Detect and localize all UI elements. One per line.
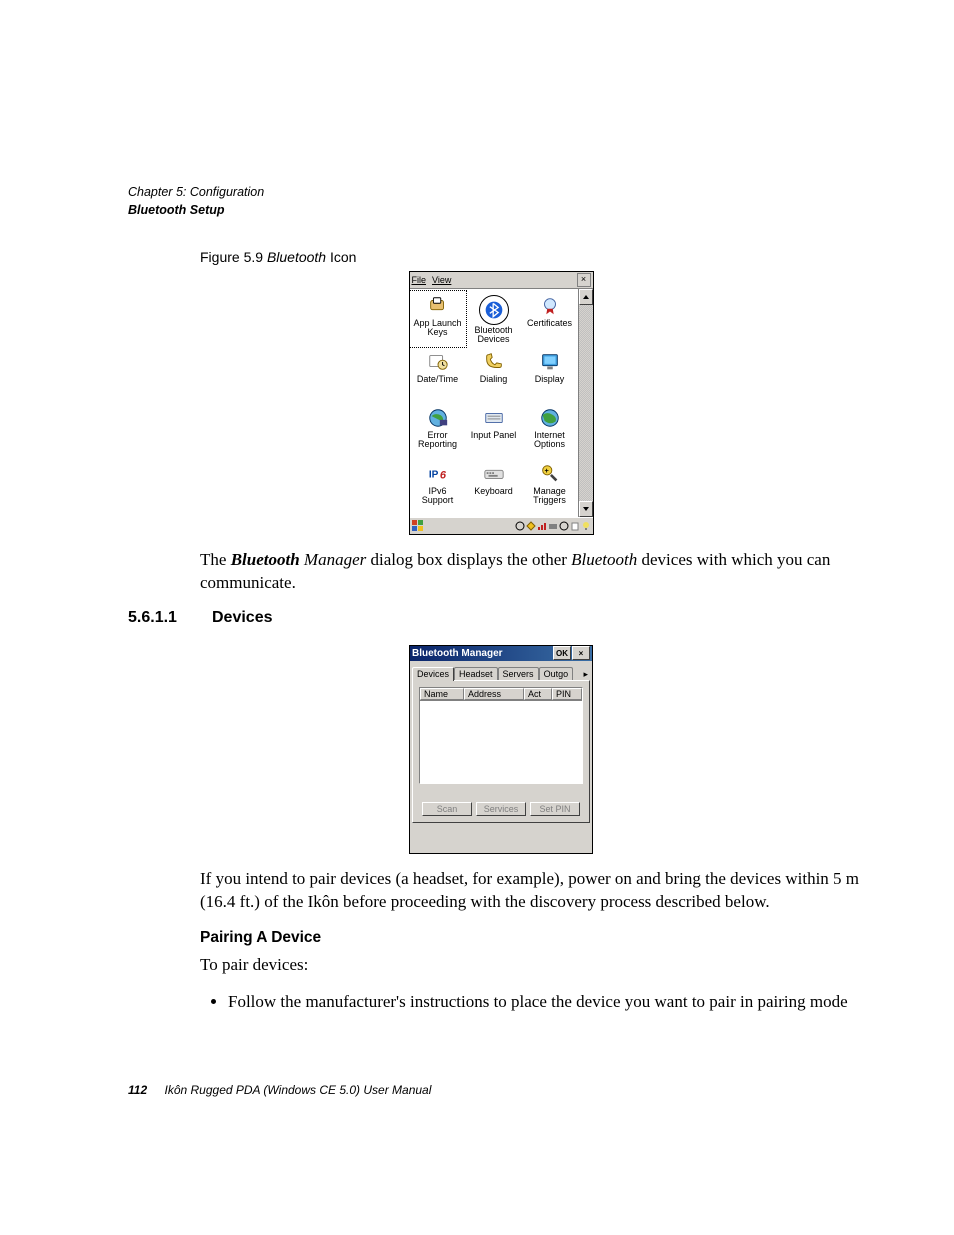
ipv6-icon: IP6	[427, 463, 449, 485]
keyboard-icon	[483, 463, 505, 485]
tray-icon[interactable]	[559, 521, 569, 531]
tab-pane: Name Address Act PIN Scan Services Set P…	[412, 680, 590, 823]
cp-item-internet-options[interactable]: Internet Options	[522, 403, 578, 459]
input-panel-icon	[483, 407, 505, 429]
col-address[interactable]: Address	[464, 688, 524, 700]
system-tray	[515, 521, 591, 531]
scroll-down-icon[interactable]	[579, 501, 593, 517]
col-pin[interactable]: PIN	[552, 688, 582, 700]
tab-strip: Devices Headset Servers Outgo ▸	[410, 661, 592, 680]
tab-outgoing[interactable]: Outgo	[539, 667, 574, 680]
globe-error-icon	[427, 407, 449, 429]
tab-servers[interactable]: Servers	[498, 667, 539, 680]
control-panel-grid: App Launch Keys Bluetooth Devices Certif…	[410, 289, 578, 517]
cp-item-certificates[interactable]: Certificates	[522, 291, 578, 347]
cp-item-datetime[interactable]: Date/Time	[410, 347, 466, 403]
tray-icon[interactable]	[526, 521, 536, 531]
cp-item-keyboard[interactable]: Keyboard	[466, 459, 522, 515]
list-item: Follow the manufacturer's instructions t…	[228, 991, 874, 1014]
body-paragraph: If you intend to pair devices (a headset…	[200, 868, 874, 914]
keys-icon	[427, 295, 449, 317]
cp-item-display[interactable]: Display	[522, 347, 578, 403]
tab-scroll-right-icon[interactable]: ▸	[581, 669, 590, 680]
page-number: 112	[128, 1083, 147, 1097]
display-icon	[539, 351, 561, 373]
body-paragraph: The Bluetooth Manager dialog box display…	[200, 549, 874, 595]
tab-headset[interactable]: Headset	[454, 667, 498, 680]
bullet-list: Follow the manufacturer's instructions t…	[200, 991, 874, 1014]
body-paragraph: To pair devices:	[200, 954, 874, 977]
tray-icon[interactable]	[570, 521, 580, 531]
control-panel-window: File View × App Launch Keys Bluetooth De…	[409, 271, 594, 535]
tray-signal-icon[interactable]	[537, 521, 547, 531]
chapter-line: Chapter 5: Configuration	[128, 184, 874, 201]
start-icon[interactable]	[412, 520, 424, 532]
taskbar	[410, 517, 593, 534]
svg-text:IP: IP	[428, 469, 438, 480]
cp-item-error-reporting[interactable]: Error Reporting	[410, 403, 466, 459]
menu-view[interactable]: View	[432, 275, 451, 285]
scan-button[interactable]: Scan	[422, 802, 472, 816]
ok-button[interactable]: OK	[553, 646, 571, 660]
page-footer: 112 Ikôn Rugged PDA (Windows CE 5.0) Use…	[128, 1083, 431, 1097]
certificate-icon	[539, 295, 561, 317]
tray-lightbulb-icon[interactable]	[581, 521, 591, 531]
cp-item-manage-triggers[interactable]: + Manage Triggers	[522, 459, 578, 515]
close-icon[interactable]: ×	[572, 646, 590, 660]
clock-icon	[427, 351, 449, 373]
section-line: Bluetooth Setup	[128, 202, 874, 219]
cp-item-input-panel[interactable]: Input Panel	[466, 403, 522, 459]
cp-item-app-launch-keys[interactable]: App Launch Keys	[410, 291, 466, 347]
cp-item-bluetooth[interactable]: Bluetooth Devices	[466, 291, 522, 347]
titlebar: Bluetooth Manager OK ×	[410, 646, 592, 661]
col-name[interactable]: Name	[420, 688, 464, 700]
set-pin-button[interactable]: Set PIN	[530, 802, 580, 816]
list-header: Name Address Act PIN	[420, 688, 582, 701]
device-list[interactable]: Name Address Act PIN	[419, 687, 583, 784]
svg-text:6: 6	[439, 469, 446, 481]
scroll-up-icon[interactable]	[579, 289, 593, 305]
bluetooth-icon	[484, 300, 504, 320]
cp-item-dialing[interactable]: Dialing	[466, 347, 522, 403]
menu-file[interactable]: File	[412, 275, 427, 285]
tray-icon[interactable]	[548, 521, 558, 531]
bluetooth-manager-window: Bluetooth Manager OK × Devices Headset S…	[409, 645, 593, 854]
figure-caption: Figure 5.9 Bluetooth Icon	[200, 249, 874, 265]
close-icon[interactable]: ×	[577, 273, 591, 287]
footer-title: Ikôn Rugged PDA (Windows CE 5.0) User Ma…	[164, 1083, 431, 1097]
menubar: File View ×	[410, 272, 593, 289]
tab-devices[interactable]: Devices	[412, 667, 454, 681]
running-header: Chapter 5: Configuration Bluetooth Setup	[128, 184, 874, 219]
internet-icon	[539, 407, 561, 429]
heading-devices: 5.6.1.1 Devices	[128, 609, 874, 627]
bluetooth-circle-icon	[479, 295, 509, 325]
svg-text:+: +	[544, 466, 548, 475]
heading-pairing: Pairing A Device	[200, 928, 874, 949]
trigger-icon: +	[539, 463, 561, 485]
scrollbar[interactable]	[578, 289, 593, 517]
services-button[interactable]: Services	[476, 802, 526, 816]
col-act[interactable]: Act	[524, 688, 552, 700]
phone-icon	[483, 351, 505, 373]
cp-item-ipv6[interactable]: IP6 IPv6 Support	[410, 459, 466, 515]
tray-icon[interactable]	[515, 521, 525, 531]
